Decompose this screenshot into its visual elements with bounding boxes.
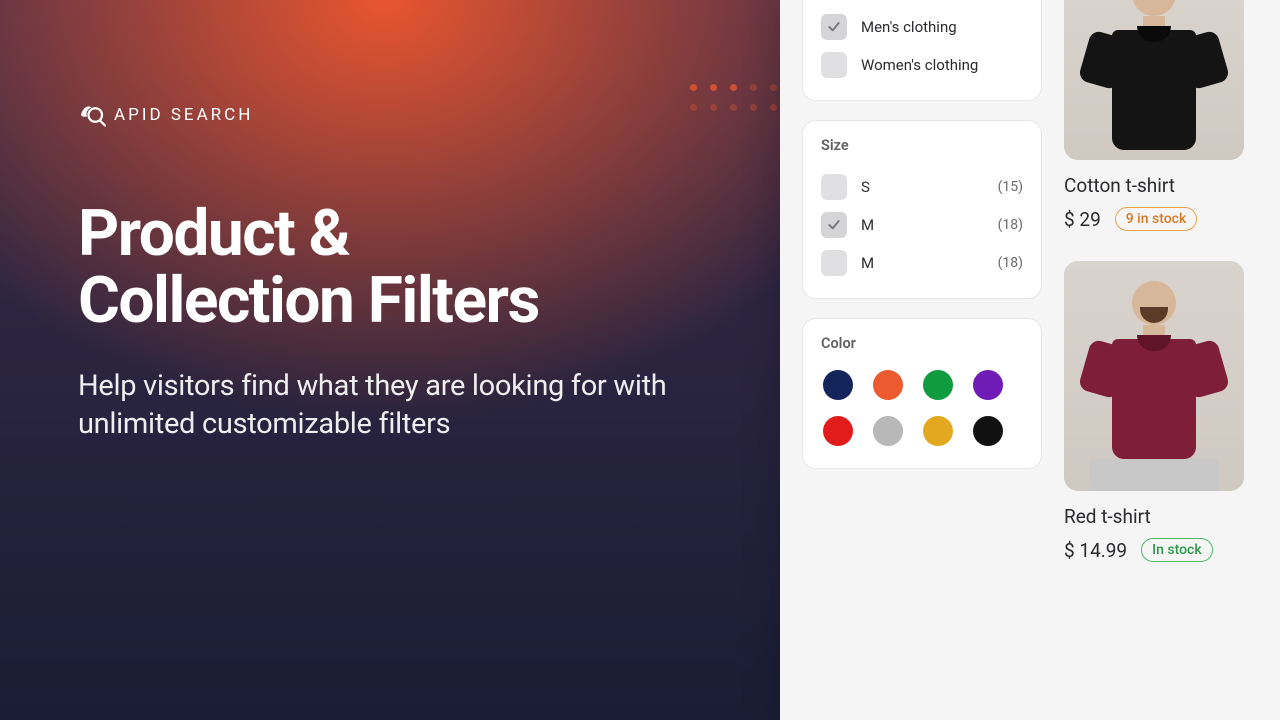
size-option-m[interactable]: M (18) [821,206,1023,244]
app-preview: Men's clothing Women's clothing Size S (… [780,0,1280,720]
category-option-womens[interactable]: Women's clothing [821,46,1023,84]
hero-subtitle: Help visitors find what they are looking… [78,368,718,443]
color-swatch[interactable] [873,370,903,400]
product-name: Red t-shirt [1064,505,1280,528]
checkbox-checked-icon [821,14,847,40]
checkbox-unchecked-icon [821,52,847,78]
color-swatch-grid [821,366,1023,452]
product-price: $ 29 [1064,208,1101,231]
brand-name: APID SEARCH [114,105,253,125]
filter-heading-color: Color [821,335,1023,352]
size-count: (18) [998,255,1023,271]
size-option-m-2[interactable]: M (18) [821,244,1023,282]
size-option-s[interactable]: S (15) [821,168,1023,206]
category-label: Men's clothing [861,18,957,36]
stock-badge: 9 in stock [1115,207,1198,231]
product-card[interactable]: Cotton t-shirt $ 29 9 in stock [1064,0,1280,231]
product-image [1064,0,1244,160]
product-name: Cotton t-shirt [1064,174,1280,197]
size-count: (18) [998,217,1023,233]
product-price: $ 14.99 [1064,539,1127,562]
size-label: M [861,254,874,272]
size-label: M [861,216,874,234]
brand-logo-icon [78,100,108,130]
filter-heading-size: Size [821,137,1023,154]
size-label: S [861,178,870,196]
product-card[interactable]: Red t-shirt $ 14.99 In stock [1064,261,1280,562]
product-image [1064,261,1244,491]
color-swatch[interactable] [923,370,953,400]
brand-logo: APID SEARCH [78,100,718,130]
filter-card-size: Size S (15) M (18) [802,120,1042,299]
color-swatch[interactable] [973,416,1003,446]
checkbox-checked-icon [821,212,847,238]
color-swatch[interactable] [823,370,853,400]
color-swatch[interactable] [823,416,853,446]
color-swatch[interactable] [973,370,1003,400]
checkbox-unchecked-icon [821,174,847,200]
color-swatch[interactable] [873,416,903,446]
category-option-mens[interactable]: Men's clothing [821,8,1023,46]
hero-title: Product & Collection Filters [78,200,718,334]
size-count: (15) [998,179,1023,195]
stock-badge: In stock [1141,538,1213,562]
checkbox-unchecked-icon [821,250,847,276]
filter-card-color: Color [802,318,1042,469]
category-label: Women's clothing [861,56,978,74]
color-swatch[interactable] [923,416,953,446]
filter-card-category: Men's clothing Women's clothing [802,0,1042,101]
